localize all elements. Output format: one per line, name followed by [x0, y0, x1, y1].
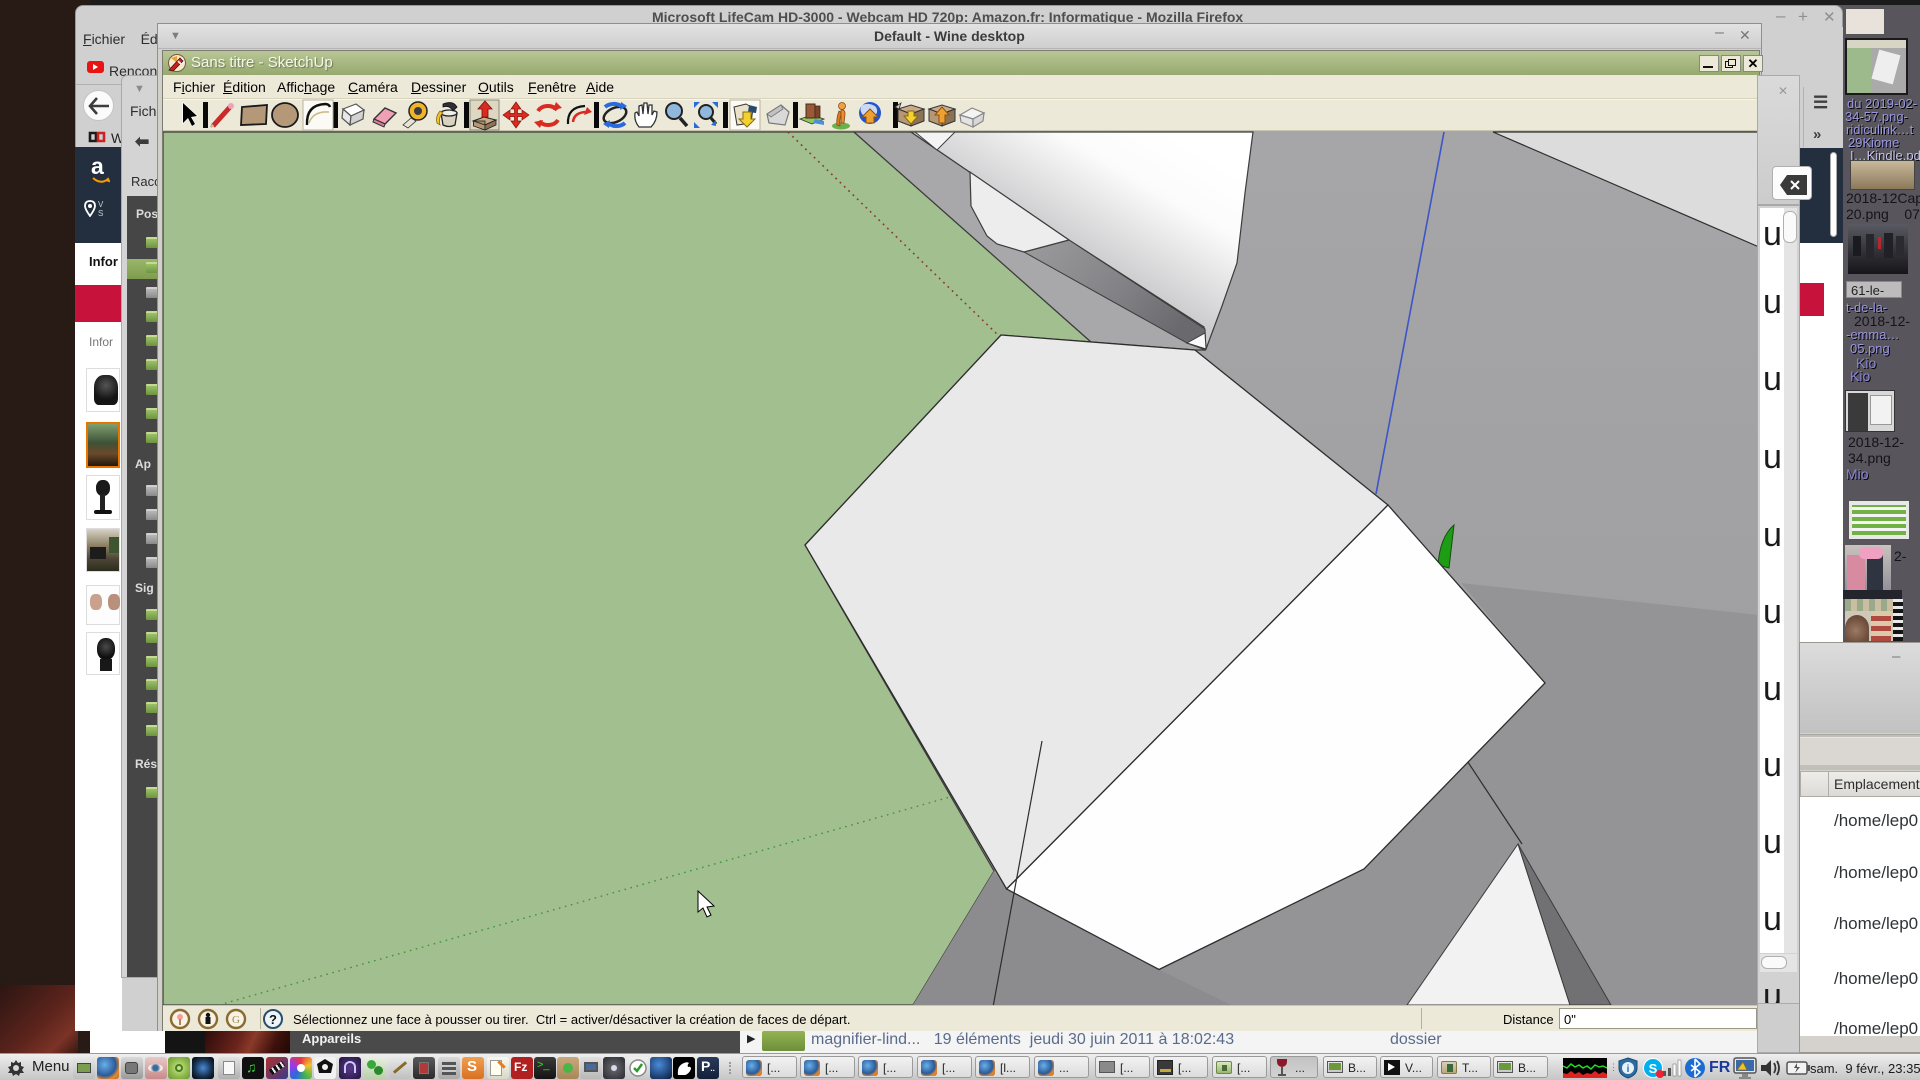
svg-text:?: ? — [269, 1012, 277, 1027]
svg-text:G: G — [232, 1014, 240, 1026]
svg-text:i: i — [1627, 1064, 1630, 1075]
